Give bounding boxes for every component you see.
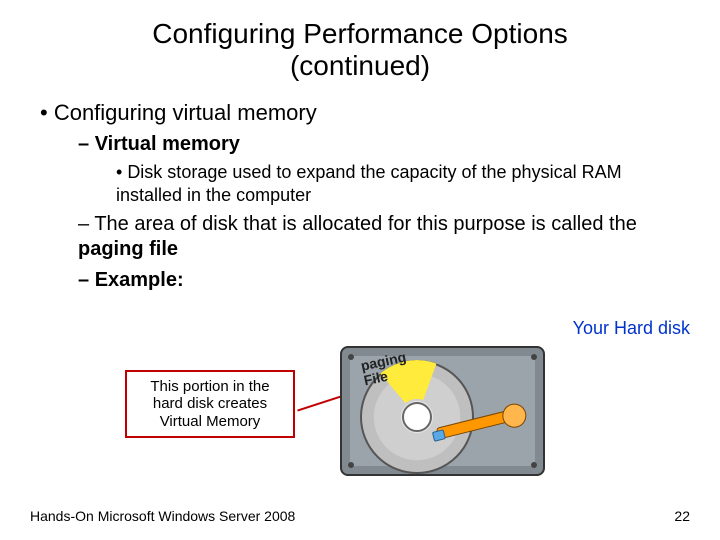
screw-icon [348, 462, 354, 468]
slide-body: Configuring virtual memory Virtual memor… [0, 82, 720, 293]
diagram-area: Your Hard disk This portion in the hard … [0, 330, 720, 490]
bullet-lvl3-a-text: Disk storage used to expand the capacity… [116, 162, 622, 205]
bullet-lvl1-text: Configuring virtual memory [54, 100, 317, 125]
footer-page-number: 22 [674, 508, 690, 524]
slide-title: Configuring Performance Options (continu… [0, 0, 720, 82]
bullet-lvl2-a-text: Virtual memory [95, 133, 240, 155]
bullet-lvl2-c-text: Example: [95, 269, 184, 291]
screw-icon [348, 354, 354, 360]
screw-icon [531, 462, 537, 468]
callout-line-2: hard disk creates [153, 395, 267, 412]
bullet-lvl2-a: Virtual memory Disk storage used to expa… [78, 132, 690, 206]
hdd-label: Your Hard disk [573, 318, 690, 339]
callout-line-3: Virtual Memory [160, 413, 261, 430]
bullet-lvl2-c: Example: [78, 268, 690, 293]
title-line-2: (continued) [290, 50, 430, 81]
callout-line-1: This portion in the [150, 378, 269, 395]
bullet-lvl2-b-bold: paging file [78, 238, 178, 260]
callout-box: This portion in the hard disk creates Vi… [125, 370, 295, 438]
bullet-lvl2-b: The area of disk that is allocated for t… [78, 212, 690, 262]
screw-icon [531, 354, 537, 360]
bullet-lvl2-b-pre: The area of disk that is allocated for t… [94, 213, 637, 235]
title-line-1: Configuring Performance Options [152, 18, 568, 49]
bullet-lvl1: Configuring virtual memory Virtual memor… [40, 100, 690, 293]
bullet-lvl3-a: Disk storage used to expand the capacity… [116, 161, 690, 206]
footer-left: Hands-On Microsoft Windows Server 2008 [30, 508, 295, 524]
